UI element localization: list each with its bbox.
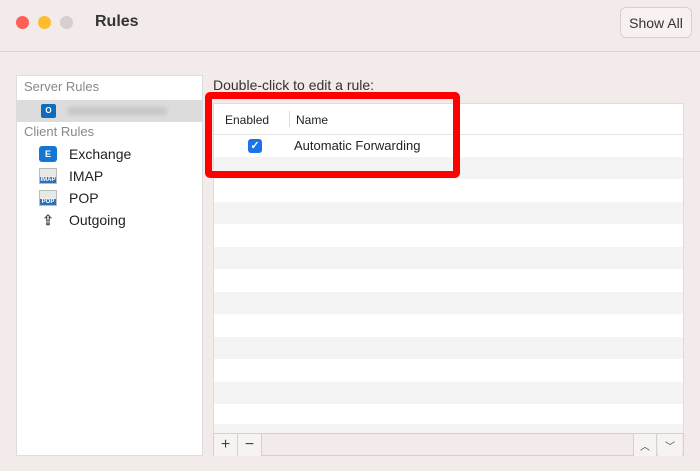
exchange-icon: E bbox=[39, 146, 57, 162]
client-item-label: Exchange bbox=[69, 146, 132, 162]
pop-mail-icon: POP bbox=[39, 190, 57, 206]
client-item-pop[interactable]: POP POP bbox=[39, 188, 99, 208]
client-item-outgoing[interactable]: ⇪ Outgoing bbox=[39, 210, 126, 230]
outgoing-icon: ⇪ bbox=[42, 211, 54, 228]
move-up-button[interactable]: ︿ bbox=[633, 434, 657, 456]
imap-badge: IMAP bbox=[40, 177, 56, 183]
client-item-exchange[interactable]: E Exchange bbox=[39, 144, 131, 164]
client-item-label: Outgoing bbox=[69, 212, 126, 228]
outlook-icon: O bbox=[41, 104, 56, 118]
edit-hint: Double-click to edit a rule: bbox=[213, 77, 375, 93]
client-item-label: IMAP bbox=[69, 168, 104, 184]
title-bar: Rules Show All bbox=[0, 0, 700, 52]
pop-badge: POP bbox=[40, 199, 56, 205]
account-name-redacted bbox=[67, 107, 167, 115]
server-rules-header: Server Rules bbox=[24, 79, 100, 94]
minimize-window-button[interactable] bbox=[38, 16, 51, 29]
client-rules-header: Client Rules bbox=[24, 124, 95, 139]
table-toolbar: + − ︿ ﹀ bbox=[213, 433, 684, 456]
close-window-button[interactable] bbox=[16, 16, 29, 29]
client-item-imap[interactable]: IMAP IMAP bbox=[39, 166, 103, 186]
window-title: Rules bbox=[95, 13, 139, 30]
imap-mail-icon: IMAP bbox=[39, 168, 57, 184]
client-item-label: POP bbox=[69, 190, 99, 206]
accounts-sidebar: Server Rules O Client Rules E Exchange I… bbox=[16, 75, 203, 456]
highlight-annotation bbox=[205, 92, 460, 178]
zoom-window-button[interactable] bbox=[60, 16, 73, 29]
remove-rule-button[interactable]: − bbox=[238, 434, 262, 456]
server-account-item[interactable]: O bbox=[17, 100, 202, 122]
add-rule-button[interactable]: + bbox=[214, 434, 238, 456]
move-down-button[interactable]: ﹀ bbox=[658, 434, 682, 456]
show-all-button[interactable]: Show All bbox=[620, 7, 692, 38]
